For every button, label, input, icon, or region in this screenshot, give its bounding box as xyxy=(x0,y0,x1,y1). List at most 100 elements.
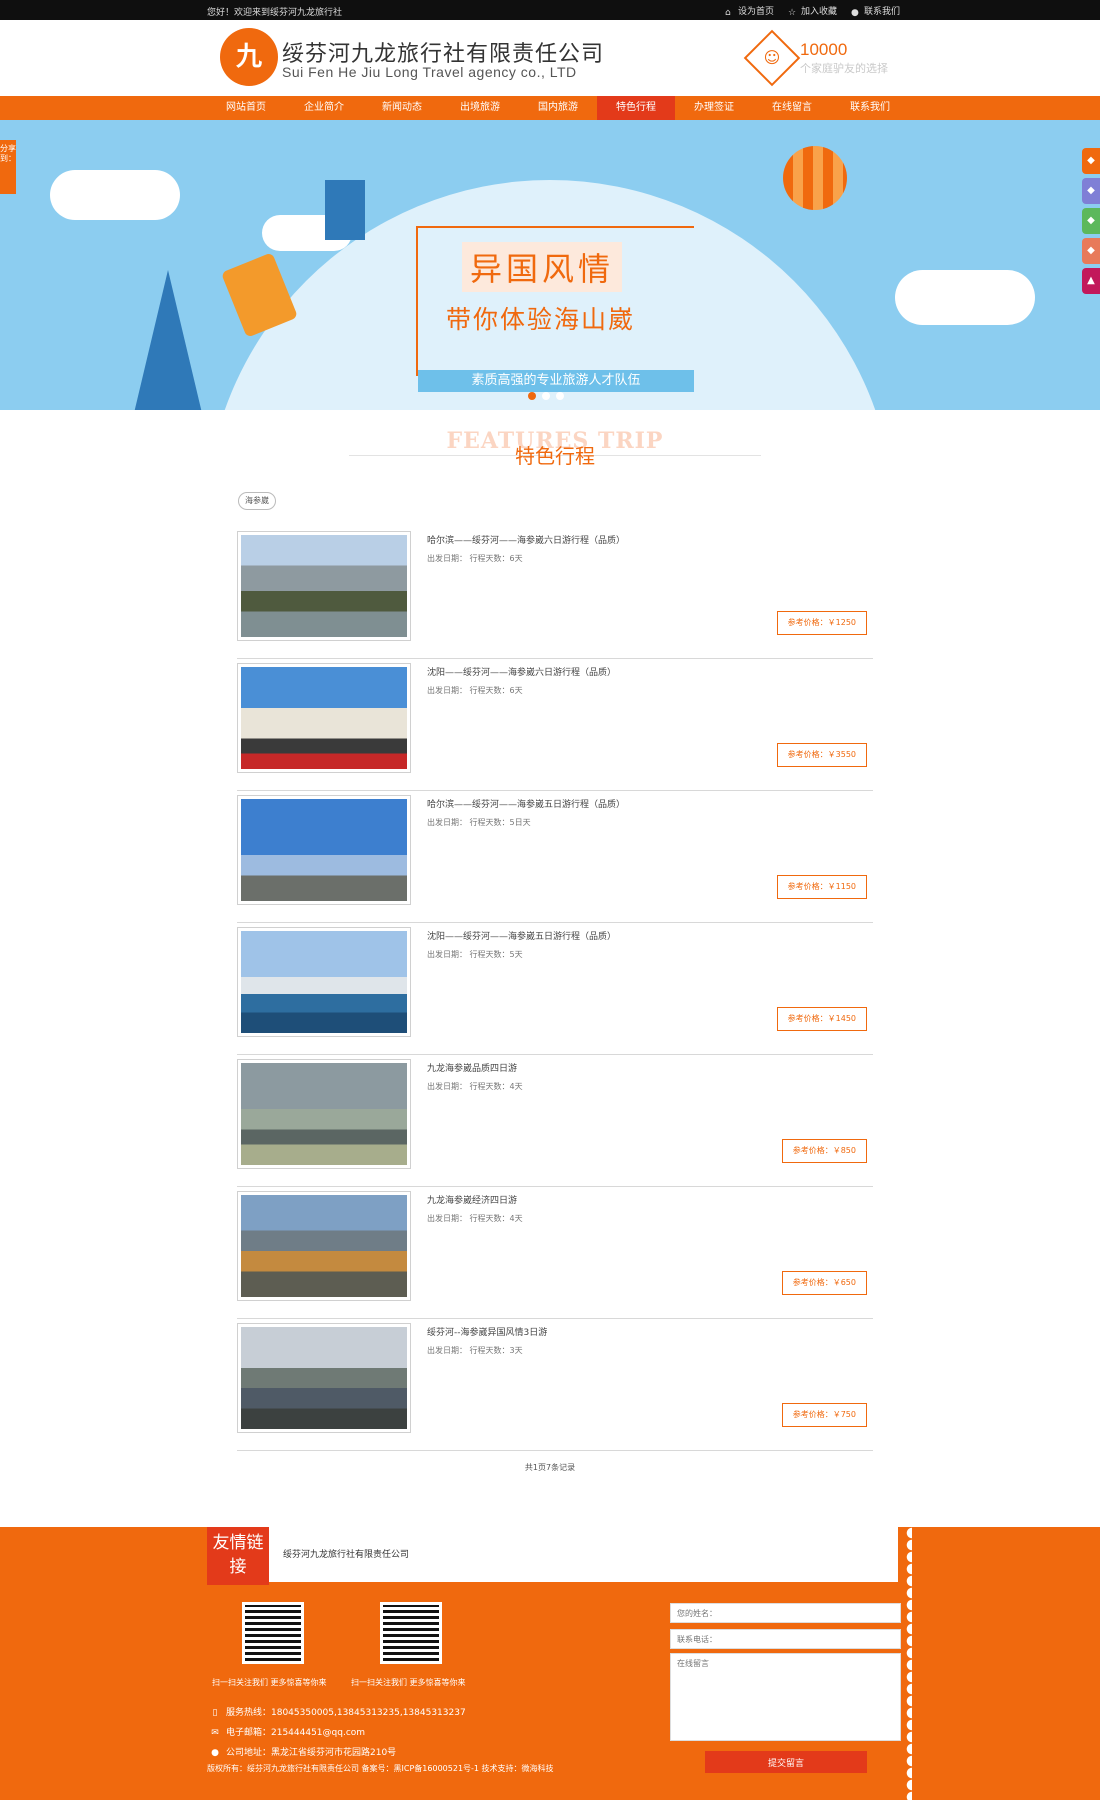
friend-link[interactable]: 绥芬河九龙旅行社有限责任公司 xyxy=(283,1547,409,1560)
carousel-dots xyxy=(528,392,564,400)
welcome-text: 您好！欢迎来到绥芬河九龙旅行社 xyxy=(207,8,343,18)
qq-icon[interactable]: ◆ xyxy=(1082,148,1100,174)
hotline: ▯ 服务热线：18045350005,13845313235,1384531323… xyxy=(210,1705,466,1718)
trip-meta: 出发日期： 行程天数：3天 xyxy=(427,1346,523,1355)
trip-item[interactable]: 绥芬河--海参崴异国风情3日游出发日期： 行程天数：3天参考价格：￥750 xyxy=(237,1323,873,1451)
section-title: 特色行程 xyxy=(515,444,595,468)
trip-meta: 出发日期： 行程天数：6天 xyxy=(427,554,523,563)
main-nav: 网站首页 企业简介 新闻动态 出境旅游 国内旅游 特色行程 办理签证 在线留言 联系我们 xyxy=(0,96,1100,120)
friend-links-badge: 友情链接 xyxy=(207,1527,269,1585)
qr-code xyxy=(380,1602,442,1664)
carousel-dot[interactable] xyxy=(528,392,536,400)
trip-photo[interactable] xyxy=(237,531,411,641)
home-icon: ⌂ xyxy=(724,8,731,18)
address: ● 公司地址：黑龙江省绥芬河市花园路210号 xyxy=(211,1748,397,1758)
trip-title[interactable]: 哈尔滨——绥芬河——海参崴六日游行程（品质） xyxy=(427,533,625,546)
nav-item[interactable]: 出境旅游 xyxy=(441,96,519,120)
trip-photo[interactable] xyxy=(237,1323,411,1433)
trip-price-button[interactable]: 参考价格：￥1250 xyxy=(776,611,867,635)
logo[interactable]: 九 xyxy=(220,28,278,86)
qr-caption: 扫一扫关注我们 更多惊喜等你来 xyxy=(351,1678,466,1687)
building-illustration xyxy=(325,180,365,240)
top-links: ⌂ 设为首页 ☆ 加入收藏 ● 联系我们 xyxy=(724,4,900,18)
trip-item[interactable]: 九龙海参崴经济四日游出发日期： 行程天数：4天参考价格：￥650 xyxy=(237,1191,873,1319)
nav-item[interactable]: 联系我们 xyxy=(831,96,909,120)
carousel-dot[interactable] xyxy=(556,392,564,400)
qr-caption: 扫一扫关注我们 更多惊喜等你来 xyxy=(212,1678,327,1687)
trip-title[interactable]: 九龙海参崴品质四日游 xyxy=(427,1061,517,1074)
footer: 友情链接 绥芬河九龙旅行社有限责任公司 扫一扫关注我们 更多惊喜等你来 扫一扫关… xyxy=(0,1527,1100,1800)
nav-item[interactable]: 特色行程 xyxy=(597,96,675,120)
set-homepage-link[interactable]: ⌂ 设为首页 xyxy=(724,4,774,18)
hero-banner[interactable]: 异国风情 带你体验海山崴 素质高强的专业旅游人才队伍 xyxy=(0,120,1100,410)
trip-price-button[interactable]: 参考价格：￥1150 xyxy=(776,875,867,899)
trip-price-button[interactable]: 参考价格：￥3550 xyxy=(776,743,867,767)
nav-item[interactable]: 网站首页 xyxy=(207,96,285,120)
trip-title[interactable]: 绥芬河--海参崴异国风情3日游 xyxy=(427,1325,547,1338)
trip-price-button[interactable]: 参考价格：￥750 xyxy=(781,1403,867,1427)
star-icon: ☆ xyxy=(787,8,797,18)
friend-links-bar: 友情链接 绥芬河九龙旅行社有限责任公司 xyxy=(207,1527,898,1585)
share-tab[interactable]: 分享到： xyxy=(0,140,16,194)
copyright: 版权所有：绥芬河九龙旅行社有限责任公司 备案号：黑ICP备16000521号-1… xyxy=(207,1764,554,1773)
trip-title[interactable]: 沈阳——绥芬河——海参崴五日游行程（品质） xyxy=(427,929,616,942)
filter-tag[interactable]: 海参崴 xyxy=(238,492,276,510)
phone-icon: ▯ xyxy=(212,1708,218,1718)
carousel-dot[interactable] xyxy=(542,392,550,400)
trip-title[interactable]: 九龙海参崴经济四日游 xyxy=(427,1193,517,1206)
message-field[interactable] xyxy=(670,1653,901,1741)
brand-name-en: Sui Fen He Jiu Long Travel agency co., L… xyxy=(282,64,577,80)
service-icon[interactable]: ◆ xyxy=(1082,238,1100,264)
family-icon: ☺ xyxy=(743,29,801,87)
nav-item[interactable]: 办理签证 xyxy=(675,96,753,120)
banner-subtitle: 带你体验海山崴 xyxy=(446,305,636,334)
phone-field[interactable] xyxy=(670,1629,901,1649)
trip-item[interactable]: 九龙海参崴品质四日游出发日期： 行程天数：4天参考价格：￥850 xyxy=(237,1059,873,1187)
trip-price-button[interactable]: 参考价格：￥650 xyxy=(781,1271,867,1295)
eiffel-tower-illustration xyxy=(130,270,206,410)
stat-text: 个家庭驴友的选择 xyxy=(800,62,888,75)
trip-title[interactable]: 哈尔滨——绥芬河——海参崴五日游行程（品质） xyxy=(427,797,625,810)
trip-photo[interactable] xyxy=(237,663,411,773)
trip-meta: 出发日期： 行程天数：4天 xyxy=(427,1214,523,1223)
qr-code xyxy=(242,1602,304,1664)
wechat-icon[interactable]: ◆ xyxy=(1082,208,1100,234)
email: ✉ 电子邮箱：215444451@qq.com xyxy=(211,1728,366,1738)
chat-icon[interactable]: ◆ xyxy=(1082,178,1100,204)
top-bar: 您好！欢迎来到绥芬河九龙旅行社 ⌂ 设为首页 ☆ 加入收藏 ● 联系我们 xyxy=(0,0,1100,20)
nav-item[interactable]: 国内旅游 xyxy=(519,96,597,120)
trip-price-button[interactable]: 参考价格：￥1450 xyxy=(776,1007,867,1031)
trip-meta: 出发日期： 行程天数：5天 xyxy=(427,950,523,959)
banner-title: 异国风情 xyxy=(462,242,623,292)
trip-meta: 出发日期： 行程天数：4天 xyxy=(427,1082,523,1091)
mail-icon: ✉ xyxy=(211,1728,219,1738)
back-to-top-icon[interactable]: ▲ xyxy=(1082,268,1100,294)
nav-item[interactable]: 企业简介 xyxy=(285,96,363,120)
add-favorite-link[interactable]: ☆ 加入收藏 xyxy=(787,4,837,18)
user-icon: ● xyxy=(850,8,859,18)
trip-item[interactable]: 沈阳——绥芬河——海参崴五日游行程（品质） 出发日期： 行程天数：5天参考价格：￥… xyxy=(237,927,873,1055)
trip-photo[interactable] xyxy=(237,795,411,905)
trip-item[interactable]: 沈阳——绥芬河——海参崴六日游行程（品质） 出发日期： 行程天数：6天参考价格：￥… xyxy=(237,663,873,791)
trip-meta: 出发日期： 行程天数：6天 xyxy=(427,686,523,695)
pagination-info: 共1页7条记录 xyxy=(524,1463,576,1472)
cloud xyxy=(895,270,1035,325)
trip-photo[interactable] xyxy=(237,1191,411,1301)
trip-item[interactable]: 哈尔滨——绥芬河——海参崴六日游行程（品质） 出发日期： 行程天数：6天参考价格：… xyxy=(237,531,873,659)
trip-item[interactable]: 哈尔滨——绥芬河——海参崴五日游行程（品质） 出发日期： 行程天数：5日天 参考价格… xyxy=(237,795,873,923)
trip-photo[interactable] xyxy=(237,927,411,1037)
trip-photo[interactable] xyxy=(237,1059,411,1169)
name-field[interactable] xyxy=(670,1603,901,1623)
header: 九 绥芬河九龙旅行社有限责任公司 Sui Fen He Jiu Long Tra… xyxy=(0,20,1100,96)
contact-us-link[interactable]: ● 联系我们 xyxy=(850,4,900,18)
trip-price-button[interactable]: 参考价格：￥850 xyxy=(781,1139,867,1163)
section-heading: FEATURES TRIP 特色行程 xyxy=(349,428,761,468)
submit-message-button[interactable]: 提交留言 xyxy=(705,1751,867,1773)
banner-strip: 素质高强的专业旅游人才队伍 xyxy=(418,370,694,392)
nav-item[interactable]: 新闻动态 xyxy=(363,96,441,120)
nav-item[interactable]: 在线留言 xyxy=(753,96,831,120)
hot-air-balloon-illustration xyxy=(783,146,847,210)
trip-title[interactable]: 沈阳——绥芬河——海参崴六日游行程（品质） xyxy=(427,665,616,678)
location-icon: ● xyxy=(211,1748,219,1758)
social-sidebar: ◆ ◆ ◆ ◆ ▲ xyxy=(1082,148,1100,298)
